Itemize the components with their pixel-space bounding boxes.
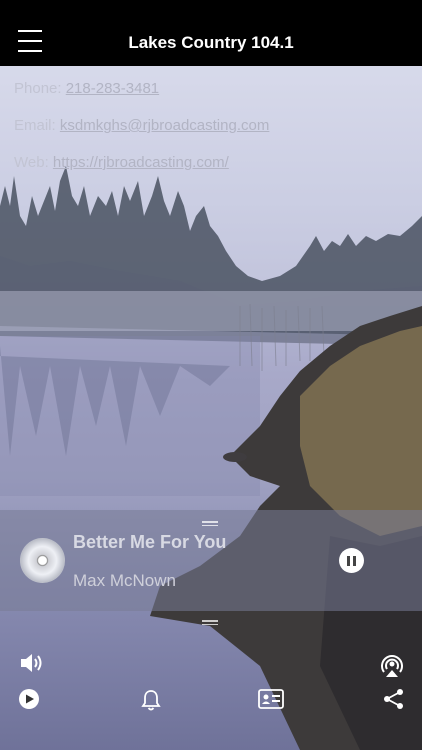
- speaker-volume-icon[interactable]: [19, 651, 45, 675]
- drag-handle-bottom-icon[interactable]: [202, 620, 218, 626]
- hamburger-menu-icon[interactable]: [18, 30, 42, 52]
- pause-button[interactable]: [339, 548, 364, 573]
- page-title: Lakes Country 104.1: [128, 32, 294, 52]
- web-label: Web:: [14, 154, 49, 171]
- email-link[interactable]: ksdmkghs@rjbroadcasting.com: [60, 117, 269, 134]
- web-link[interactable]: https://rjbroadcasting.com/: [53, 154, 229, 171]
- cd-disc-icon: [20, 538, 65, 583]
- phone-label: Phone:: [14, 80, 62, 97]
- email-row: Email: ksdmkghs@rjbroadcasting.com: [14, 117, 269, 154]
- artist-name: Max McNown: [73, 571, 176, 590]
- pause-icon: [347, 555, 350, 566]
- share-icon[interactable]: [383, 688, 405, 710]
- bell-icon[interactable]: [141, 689, 161, 711]
- phone-link[interactable]: 218-283-3481: [66, 80, 159, 97]
- contact-card-icon[interactable]: [258, 689, 284, 709]
- web-row: Web: https://rjbroadcasting.com/: [14, 154, 269, 191]
- airplay-broadcast-icon[interactable]: [378, 650, 406, 678]
- drag-handle-top-icon[interactable]: [202, 521, 218, 527]
- email-label: Email:: [14, 117, 56, 134]
- play-button[interactable]: [18, 688, 40, 710]
- pause-icon-bar: [353, 555, 356, 566]
- contact-info: Phone: 218-283-3481 Email: ksdmkghs@rjbr…: [14, 80, 269, 191]
- top-bar: Lakes Country 104.1: [0, 0, 422, 66]
- now-playing-bar[interactable]: Better Me For You Max McNown: [0, 510, 422, 625]
- song-title: Better Me For You: [73, 532, 227, 552]
- phone-row: Phone: 218-283-3481: [14, 80, 269, 117]
